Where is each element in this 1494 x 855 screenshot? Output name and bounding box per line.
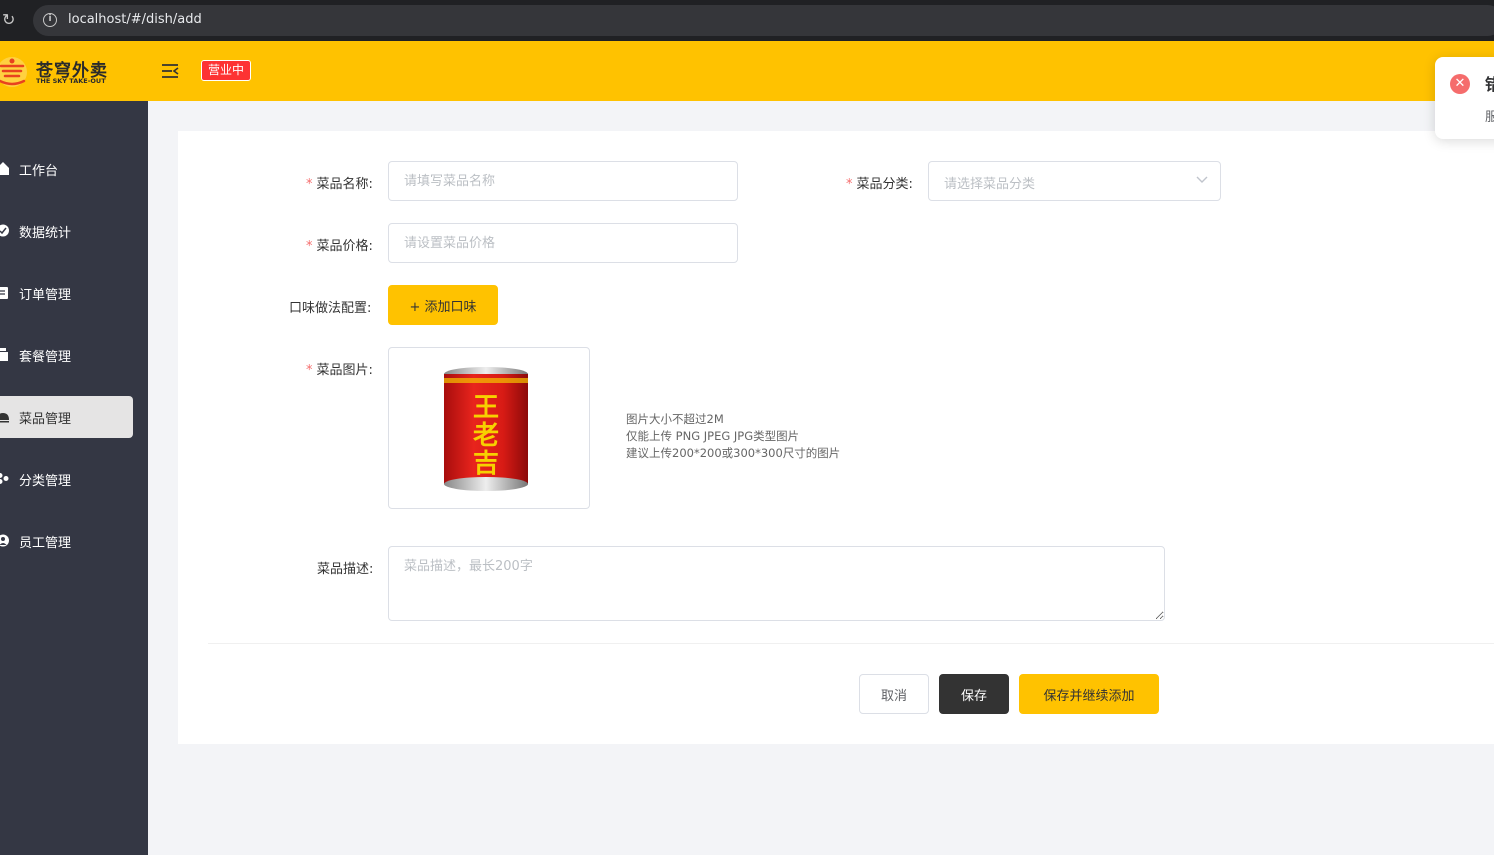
dish-image-preview: 王 老 吉 — [444, 367, 528, 491]
browser-bar: ↻ i localhost/#/dish/add — [0, 0, 1494, 41]
dish-category-label: * 菜品分类: — [846, 177, 913, 192]
dish-category-select[interactable]: 请选择菜品分类 — [928, 161, 1221, 201]
error-icon: ✕ — [1450, 74, 1470, 94]
flavor-config-label: 口味做法配置: — [289, 301, 372, 316]
sidebar-item-workbench[interactable]: 工作台 — [0, 148, 133, 190]
chevron-down-icon — [1196, 176, 1208, 183]
url-text[interactable]: localhost/#/dish/add — [68, 12, 202, 27]
sidebar-item-label: 套餐管理 — [19, 350, 72, 365]
sidebar-item-categories[interactable]: 分类管理 — [0, 458, 133, 500]
dish-name-input[interactable] — [388, 161, 738, 201]
logo-subtitle: THE SKY TAKE-OUT — [36, 77, 106, 85]
sidebar-item-orders[interactable]: 订单管理 — [0, 272, 133, 314]
dish-price-input[interactable] — [388, 223, 738, 263]
sidebar-item-label: 订单管理 — [19, 288, 72, 303]
dish-image-label: * 菜品图片: — [306, 363, 373, 378]
svg-text:老: 老 — [473, 421, 499, 451]
dish-icon — [0, 413, 9, 423]
category-icon — [0, 473, 9, 484]
toast-title: 错 — [1485, 75, 1494, 94]
sidebar-item-statistics[interactable]: 数据统计 — [0, 210, 133, 252]
toast-body: 服 — [1485, 110, 1494, 125]
sidebar: 工作台 数据统计 订单管理 套餐管理 菜品管理 分类管理 员工管理 — [0, 101, 148, 855]
save-button[interactable]: 保存 — [939, 674, 1009, 714]
dish-price-label: * 菜品价格: — [306, 239, 373, 254]
error-toast: ✕ 错 服 — [1435, 57, 1494, 139]
cancel-button[interactable]: 取消 — [859, 674, 929, 714]
image-uploader[interactable]: 王 老 吉 — [388, 347, 590, 509]
form-divider — [208, 643, 1494, 644]
logo-icon — [0, 57, 27, 87]
reload-icon[interactable]: ↻ — [2, 11, 20, 29]
status-badge: 营业中 — [201, 60, 252, 81]
sidebar-item-label: 员工管理 — [19, 536, 72, 551]
svg-text:王: 王 — [473, 393, 499, 423]
sidebar-item-label: 数据统计 — [19, 226, 72, 241]
dish-name-label: * 菜品名称: — [306, 177, 373, 192]
dish-form-card: *菜品名称: *菜品分类: 请选择菜品分类 *菜品价格: 口味做法配置: + 添… — [178, 131, 1494, 744]
home-icon — [0, 162, 9, 175]
sidebar-item-label: 分类管理 — [19, 474, 72, 489]
top-header: 苍穹外卖 THE SKY TAKE-OUT 营业中 — [0, 41, 1494, 101]
image-upload-tips: 图片大小不超过2M 仅能上传 PNG JPEG JPG类型图片 建议上传200*… — [626, 412, 841, 460]
logo: 苍穹外卖 THE SKY TAKE-OUT — [0, 55, 120, 89]
svg-text:吉: 吉 — [473, 449, 499, 479]
sidebar-item-employees[interactable]: 员工管理 — [0, 520, 133, 562]
order-icon — [0, 287, 8, 299]
combo-icon — [0, 348, 8, 361]
sidebar-item-dishes[interactable]: 菜品管理 — [0, 396, 133, 438]
sidebar-item-label: 工作台 — [19, 164, 59, 179]
employee-icon — [0, 534, 9, 547]
statistics-icon — [0, 224, 9, 237]
dish-category-placeholder: 请选择菜品分类 — [944, 177, 1036, 192]
info-icon[interactable]: i — [43, 13, 57, 27]
dish-description-textarea[interactable] — [388, 546, 1165, 621]
add-flavor-button[interactable]: + 添加口味 — [388, 285, 498, 325]
dish-description-label: 菜品描述: — [317, 562, 374, 577]
address-bar[interactable]: i localhost/#/dish/add — [33, 5, 1494, 36]
sidebar-item-label: 菜品管理 — [19, 412, 72, 427]
save-and-continue-button[interactable]: 保存并继续添加 — [1019, 674, 1159, 714]
sidebar-item-combos[interactable]: 套餐管理 — [0, 334, 133, 376]
menu-fold-icon[interactable] — [161, 62, 179, 80]
